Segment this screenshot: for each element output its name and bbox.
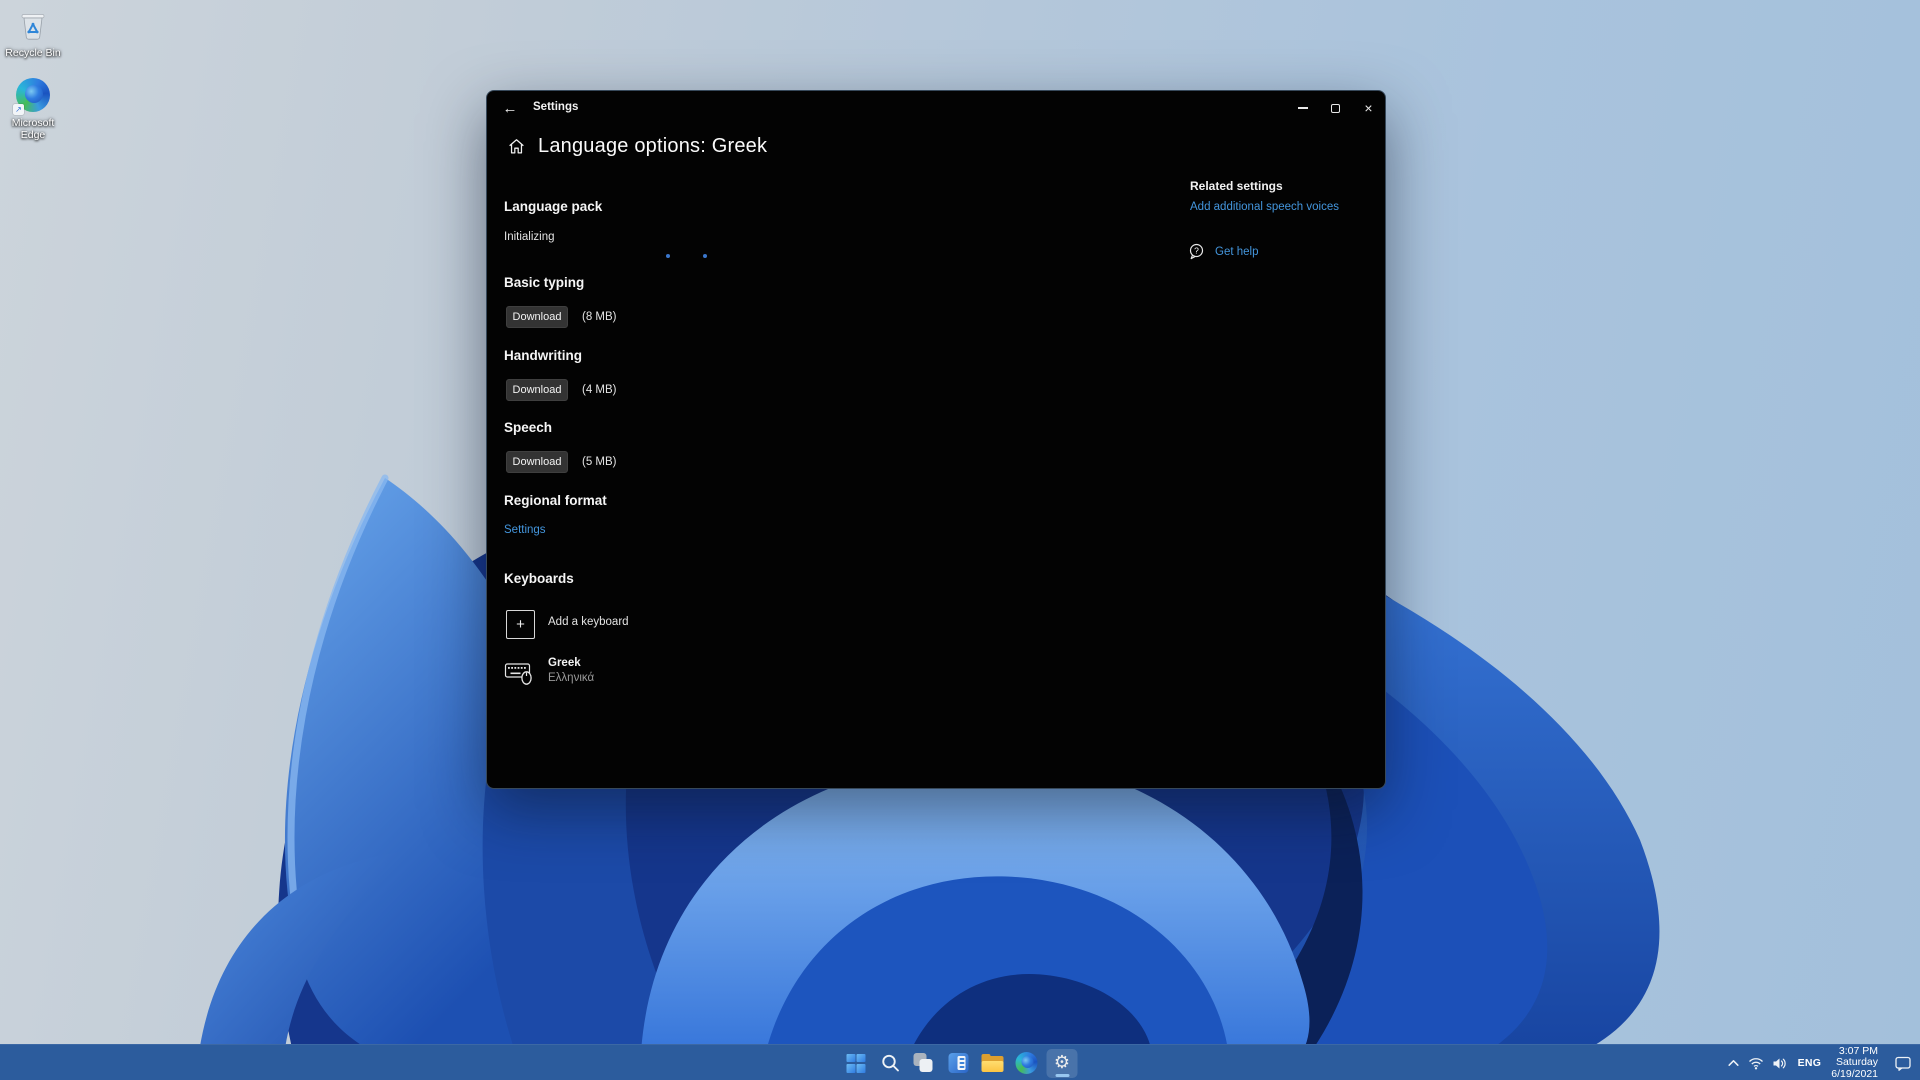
recycle-bin-icon xyxy=(15,7,51,43)
get-help-link[interactable]: Get help xyxy=(1215,246,1258,258)
handwriting-size: (4 MB) xyxy=(582,384,617,396)
add-keyboard-label[interactable]: Add a keyboard xyxy=(548,616,629,628)
window-title: Settings xyxy=(533,101,578,113)
download-handwriting-button[interactable]: Download xyxy=(506,379,568,401)
keyboard-subtitle: Ελληνικά xyxy=(548,672,594,684)
keyboard-name: Greek xyxy=(548,657,581,669)
progress-dot xyxy=(666,254,670,258)
tray-network-button[interactable] xyxy=(1748,1057,1764,1070)
minimize-button[interactable] xyxy=(1286,91,1319,125)
plus-icon: + xyxy=(516,616,525,633)
progress-dot xyxy=(703,254,707,258)
search-icon xyxy=(880,1053,900,1073)
settings-app-button[interactable]: ⚙ xyxy=(1047,1049,1078,1078)
help-bubble-icon: ? xyxy=(1188,243,1205,260)
input-language-button[interactable]: ENG xyxy=(1796,1057,1824,1069)
task-view-button[interactable] xyxy=(911,1050,938,1077)
close-icon: × xyxy=(1364,100,1372,116)
desktop-icon-recycle-bin[interactable]: Recycle Bin xyxy=(0,6,66,59)
section-language-pack: Language pack xyxy=(504,199,602,214)
add-speech-voices-link[interactable]: Add additional speech voices xyxy=(1190,201,1339,213)
active-app-indicator xyxy=(1055,1074,1069,1077)
maximize-icon xyxy=(1331,104,1340,113)
start-button[interactable] xyxy=(843,1050,870,1077)
desktop-icon-label: Recycle Bin xyxy=(0,47,66,59)
question-glyph: ? xyxy=(1194,245,1199,255)
shortcut-arrow-icon: ↗ xyxy=(13,104,24,115)
desktop-icon-microsoft-edge[interactable]: ↗ Microsoft Edge xyxy=(0,76,66,141)
chevron-up-icon xyxy=(1727,1058,1740,1068)
edge-button[interactable] xyxy=(1013,1050,1040,1077)
back-arrow-icon: ← xyxy=(503,100,518,117)
edge-icon xyxy=(1015,1052,1037,1074)
widgets-button[interactable] xyxy=(945,1050,972,1077)
regional-format-settings-link[interactable]: Settings xyxy=(504,524,546,536)
section-handwriting: Handwriting xyxy=(504,348,582,363)
file-explorer-button[interactable] xyxy=(979,1050,1006,1077)
settings-window: ← Settings × Language options: Greek Lan… xyxy=(486,90,1386,789)
download-speech-button[interactable]: Download xyxy=(506,451,568,473)
tray-chevron-button[interactable] xyxy=(1727,1058,1740,1068)
notification-icon xyxy=(1894,1056,1912,1071)
speech-size: (5 MB) xyxy=(582,456,617,468)
home-icon xyxy=(507,137,526,156)
back-button[interactable]: ← xyxy=(495,94,525,122)
basic-typing-size: (8 MB) xyxy=(582,311,617,323)
maximize-button[interactable] xyxy=(1319,91,1352,125)
search-button[interactable] xyxy=(877,1050,904,1077)
widgets-icon xyxy=(948,1053,968,1073)
desktop-icon-label: Microsoft Edge xyxy=(0,117,66,141)
wifi-icon xyxy=(1748,1057,1764,1070)
section-regional-format: Regional format xyxy=(504,493,607,508)
related-settings-heading: Related settings xyxy=(1190,179,1283,193)
taskbar: ⚙ ENG 3:07 PM Sa xyxy=(0,1044,1920,1080)
speaker-icon xyxy=(1772,1057,1788,1070)
gear-icon: ⚙ xyxy=(1054,1054,1070,1072)
notification-center-button[interactable] xyxy=(1894,1056,1912,1071)
section-basic-typing: Basic typing xyxy=(504,275,584,290)
windows-logo-icon xyxy=(847,1054,866,1073)
add-keyboard-button[interactable]: + xyxy=(506,610,535,639)
section-keyboards: Keyboards xyxy=(504,571,574,586)
get-help[interactable]: ? Get help xyxy=(1188,243,1258,260)
download-basic-typing-button[interactable]: Download xyxy=(506,306,568,328)
minimize-icon xyxy=(1298,107,1308,109)
keyboard-mouse-icon xyxy=(504,659,534,691)
section-speech: Speech xyxy=(504,420,552,435)
window-titlebar[interactable]: ← Settings × xyxy=(487,91,1385,125)
close-button[interactable]: × xyxy=(1352,91,1385,125)
language-pack-status: Initializing xyxy=(504,231,555,243)
folder-icon xyxy=(981,1054,1003,1073)
page-title: Language options: Greek xyxy=(538,135,767,158)
tray-volume-button[interactable] xyxy=(1772,1057,1788,1070)
clock[interactable]: 3:07 PM Saturday 6/19/2021 xyxy=(1831,1046,1878,1080)
clock-date: 6/19/2021 xyxy=(1831,1069,1878,1080)
